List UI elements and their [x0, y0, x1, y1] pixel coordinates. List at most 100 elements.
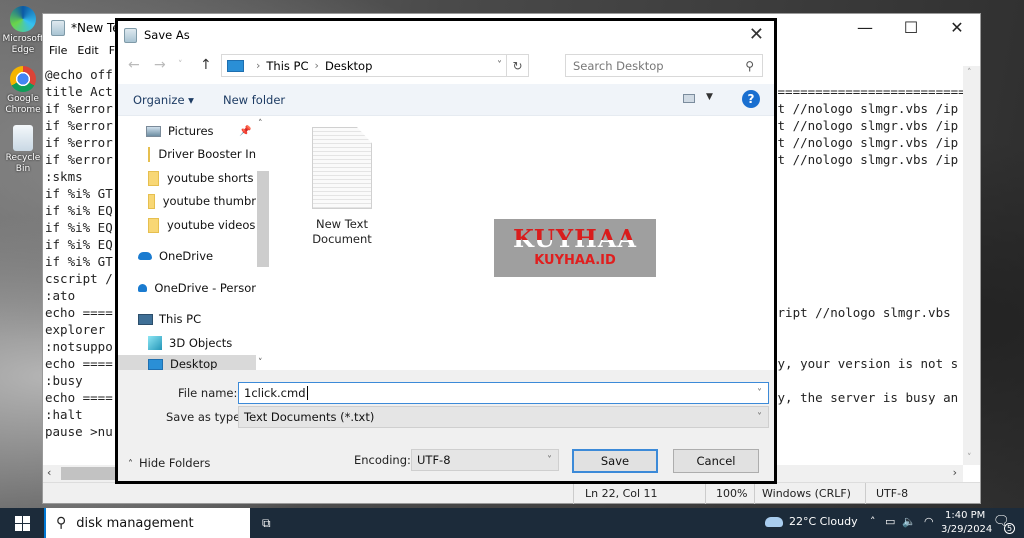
text-line	[770, 253, 963, 270]
scroll-up-icon[interactable]: ˄	[967, 68, 972, 78]
scroll-down-icon[interactable]: ˅	[258, 358, 263, 368]
network-icon[interactable]: ▭	[885, 515, 895, 528]
maximize-button[interactable]: ☐	[888, 14, 934, 41]
text-line	[770, 202, 963, 219]
chevron-up-icon: ˄	[128, 459, 133, 470]
pin-icon: 📌	[239, 125, 252, 137]
view-dropdown-icon[interactable]: ▼	[706, 92, 713, 102]
status-line-ending: Windows (CRLF)	[762, 487, 851, 500]
nav-item-youtube-videos[interactable]: youtube videos	[118, 214, 256, 236]
refresh-icon[interactable]: ↻	[506, 54, 528, 77]
address-bar[interactable]: › This PC › Desktop ˅ ↻	[221, 54, 529, 77]
desktop-icon-chrome[interactable]: Google Chrome	[0, 66, 46, 116]
nav-item-driver-booster[interactable]: Driver Booster In	[118, 143, 256, 165]
desktop-icon-recycle-bin[interactable]: Recycle Bin	[0, 125, 46, 175]
text-line	[770, 287, 963, 304]
notepad-text-area-visible-right[interactable]: =============================== pt //nolo…	[770, 66, 963, 465]
recycle-bin-icon	[13, 125, 33, 151]
dialog-title: Save As	[144, 28, 190, 42]
file-list: New Text Document KUYHAA KUYHAA.ID	[270, 117, 774, 370]
nav-item-pictures[interactable]: Pictures 📌	[118, 120, 256, 142]
vertical-scrollbar[interactable]: ˄ ˅	[963, 66, 980, 465]
cancel-button[interactable]: Cancel	[673, 449, 759, 473]
folder-icon	[148, 146, 151, 162]
task-view-icon[interactable]: ⧉	[262, 516, 271, 531]
recent-locations-icon[interactable]: ˅	[178, 60, 183, 70]
status-zoom: 100%	[716, 487, 748, 500]
save-as-type-label: Save as type:	[166, 410, 245, 424]
nav-item-youtube-thumbnails[interactable]: youtube thumbr	[118, 190, 256, 212]
file-name-input[interactable]: 1click.cmd ˅	[238, 382, 769, 404]
scroll-left-icon[interactable]: ‹	[47, 466, 51, 479]
scroll-down-icon[interactable]: ˅	[967, 453, 972, 463]
menu-edit[interactable]: Edit	[77, 44, 98, 57]
clock-time[interactable]: 1:40 PM	[945, 510, 985, 521]
view-options-icon[interactable]	[683, 94, 695, 103]
menu-file[interactable]: File	[49, 44, 67, 57]
weather-text[interactable]: 22°C Cloudy	[789, 515, 858, 528]
search-desktop-input[interactable]: Search Desktop ⚲	[565, 54, 763, 77]
chevron-down-icon[interactable]: ˅	[757, 388, 762, 399]
hide-folders-button[interactable]: ˄ Hide Folders	[128, 456, 210, 470]
nav-item-onedrive[interactable]: OneDrive	[118, 245, 256, 267]
breadcrumb-this-pc[interactable]: This PC	[266, 59, 308, 73]
wifi-icon[interactable]: ◠	[924, 515, 934, 528]
text-line: pt //nologo slmgr.vbs /ip	[770, 118, 959, 133]
breadcrumb-desktop[interactable]: Desktop	[325, 59, 372, 73]
status-encoding: UTF-8	[876, 487, 909, 500]
dialog-close-button[interactable]: ✕	[749, 24, 764, 45]
file-name-line: New Text	[316, 217, 368, 231]
nav-item-this-pc[interactable]: This PC	[118, 308, 256, 330]
start-button[interactable]	[15, 516, 30, 531]
navigation-pane-scroll-thumb[interactable]	[257, 171, 269, 267]
encoding-value: UTF-8	[417, 453, 451, 467]
navigation-pane: Pictures 📌 Driver Booster In youtube sho…	[118, 117, 270, 373]
help-button[interactable]: ?	[742, 90, 760, 108]
this-pc-icon	[227, 59, 244, 72]
encoding-select[interactable]: UTF-8 ˅	[411, 449, 559, 471]
text-line: ry, your version is not s	[770, 356, 959, 371]
taskbar: ⚲ disk management ⧉ 22°C Cloudy ˄ ▭ 🔈 ◠ …	[0, 508, 1024, 538]
minimize-button[interactable]: —	[842, 14, 888, 41]
organize-button[interactable]: Organize ▾	[133, 93, 194, 107]
save-as-type-select[interactable]: Text Documents (*.txt) ˅	[238, 406, 769, 428]
scroll-up-icon[interactable]: ˄	[258, 119, 263, 129]
nav-item-youtube-shorts[interactable]: youtube shorts	[118, 167, 256, 189]
text-line	[770, 168, 963, 185]
nav-item-label: OneDrive - Persor	[154, 281, 256, 295]
nav-item-label: OneDrive	[159, 249, 214, 263]
desktop-icon	[148, 358, 163, 370]
desktop-icon-edge[interactable]: Microsoft Edge	[0, 6, 46, 56]
nav-item-3d-objects[interactable]: 3D Objects	[118, 332, 256, 354]
volume-icon[interactable]: 🔈	[902, 515, 916, 528]
file-name-line: Document	[312, 232, 372, 246]
taskbar-search-box[interactable]: ⚲ disk management	[44, 508, 250, 538]
command-bar: Organize ▾ New folder ▼ ?	[118, 84, 774, 116]
new-folder-button[interactable]: New folder	[223, 93, 285, 107]
clock-date[interactable]: 3/29/2024	[941, 524, 992, 535]
address-dropdown-icon[interactable]: ˅	[497, 60, 502, 71]
back-arrow-icon[interactable]: ←	[128, 57, 140, 73]
save-button[interactable]: Save	[572, 449, 658, 473]
watermark-subtitle: KUYHAA.ID	[534, 253, 616, 268]
nav-item-label: Desktop	[170, 357, 218, 371]
up-arrow-icon[interactable]: ↑	[200, 57, 212, 73]
scroll-right-icon[interactable]: ›	[953, 466, 957, 479]
text-line: cript //nologo slmgr.vbs	[770, 305, 951, 320]
forward-arrow-icon[interactable]: →	[154, 57, 166, 73]
close-button[interactable]: ✕	[934, 14, 980, 41]
nav-item-label: youtube videos	[167, 218, 256, 232]
show-hidden-icons-icon[interactable]: ˄	[870, 515, 876, 528]
watermark-title: KUYHAA	[494, 227, 656, 251]
text-line: pt //nologo slmgr.vbs /ip	[770, 152, 959, 167]
save-as-type-value: Text Documents (*.txt)	[244, 410, 375, 424]
weather-icon[interactable]	[765, 517, 783, 527]
notification-count-badge: 5	[1004, 523, 1015, 534]
nav-item-onedrive-personal[interactable]: OneDrive - Persor	[118, 277, 256, 299]
text-line	[770, 372, 963, 389]
navigation-pane-scrollbar[interactable]: ˄ ˅	[256, 117, 270, 370]
file-item-new-text-document[interactable]: New Text Document	[306, 127, 378, 247]
text-line	[770, 185, 963, 202]
search-placeholder: Search Desktop	[573, 58, 664, 73]
notepad-statusbar: Ln 22, Col 11 100% Windows (CRLF) UTF-8	[43, 482, 980, 504]
